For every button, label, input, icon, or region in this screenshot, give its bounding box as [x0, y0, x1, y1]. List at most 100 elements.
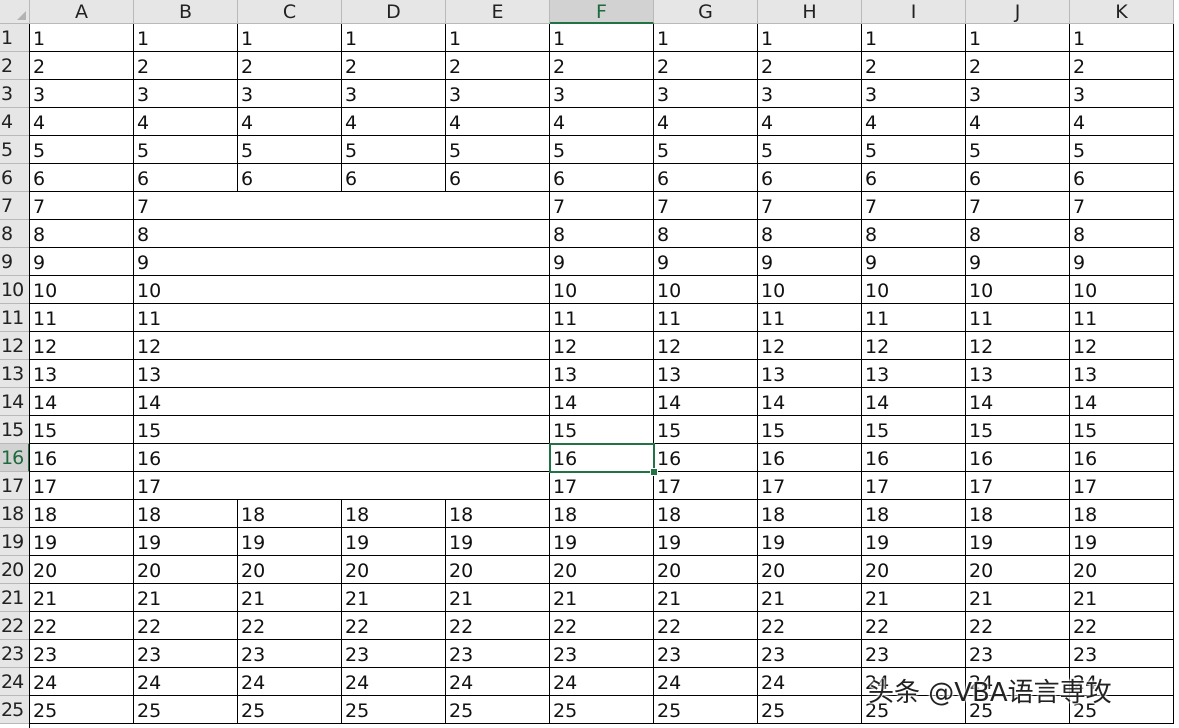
cell-c5[interactable]: 5 [238, 136, 342, 164]
cell-h9[interactable]: 9 [758, 248, 862, 276]
cell-a6[interactable]: 6 [30, 164, 134, 192]
cell-c4[interactable]: 4 [238, 108, 342, 136]
cell-a23[interactable]: 23 [30, 640, 134, 668]
column-header-f[interactable]: F [550, 0, 654, 24]
cell-i13[interactable]: 13 [862, 360, 966, 388]
row-header-25[interactable]: 25 [0, 696, 30, 724]
cell-d19[interactable]: 19 [342, 528, 446, 556]
cell-h16[interactable]: 16 [758, 444, 862, 472]
row-header-11[interactable]: 11 [0, 304, 30, 332]
cell-k3[interactable]: 3 [1070, 80, 1174, 108]
cell-j22[interactable]: 22 [966, 612, 1070, 640]
row-header-16[interactable]: 16 [0, 444, 30, 472]
cell-h6[interactable]: 6 [758, 164, 862, 192]
cell-a11[interactable]: 11 [30, 304, 134, 332]
cell-a17[interactable]: 17 [30, 472, 134, 500]
cell-f19[interactable]: 19 [550, 528, 654, 556]
cell-i19[interactable]: 19 [862, 528, 966, 556]
cell-b20[interactable]: 20 [134, 556, 238, 584]
cell-b5[interactable]: 5 [134, 136, 238, 164]
cell-g5[interactable]: 5 [654, 136, 758, 164]
row-header-2[interactable]: 2 [0, 52, 30, 80]
cell-h4[interactable]: 4 [758, 108, 862, 136]
cell-i21[interactable]: 21 [862, 584, 966, 612]
row-header-10[interactable]: 10 [0, 276, 30, 304]
cell-c21[interactable]: 21 [238, 584, 342, 612]
cell-b13[interactable]: 13 [134, 360, 550, 388]
cell-k10[interactable]: 10 [1070, 276, 1174, 304]
cell-h12[interactable]: 12 [758, 332, 862, 360]
cell-h25[interactable]: 25 [758, 696, 862, 724]
cell-i14[interactable]: 14 [862, 388, 966, 416]
cell-j9[interactable]: 9 [966, 248, 1070, 276]
cell-j15[interactable]: 15 [966, 416, 1070, 444]
cell-g19[interactable]: 19 [654, 528, 758, 556]
cell-b19[interactable]: 19 [134, 528, 238, 556]
cell-k22[interactable]: 22 [1070, 612, 1174, 640]
cell-e4[interactable]: 4 [446, 108, 550, 136]
cell-g21[interactable]: 21 [654, 584, 758, 612]
cell-i17[interactable]: 17 [862, 472, 966, 500]
cell-i20[interactable]: 20 [862, 556, 966, 584]
cell-i10[interactable]: 10 [862, 276, 966, 304]
row-header-4[interactable]: 4 [0, 108, 30, 136]
cell-f5[interactable]: 5 [550, 136, 654, 164]
cell-j11[interactable]: 11 [966, 304, 1070, 332]
cell-i16[interactable]: 16 [862, 444, 966, 472]
cell-h5[interactable]: 5 [758, 136, 862, 164]
cell-b14[interactable]: 14 [134, 388, 550, 416]
cell-k21[interactable]: 21 [1070, 584, 1174, 612]
cell-f3[interactable]: 3 [550, 80, 654, 108]
cell-g24[interactable]: 24 [654, 668, 758, 696]
cell-c2[interactable]: 2 [238, 52, 342, 80]
cell-h3[interactable]: 3 [758, 80, 862, 108]
cell-k5[interactable]: 5 [1070, 136, 1174, 164]
cell-k15[interactable]: 15 [1070, 416, 1174, 444]
cell-d5[interactable]: 5 [342, 136, 446, 164]
column-header-g[interactable]: G [654, 0, 758, 24]
column-header-d[interactable]: D [342, 0, 446, 24]
cell-h20[interactable]: 20 [758, 556, 862, 584]
cell-i1[interactable]: 1 [862, 24, 966, 52]
cell-g4[interactable]: 4 [654, 108, 758, 136]
row-header-6[interactable]: 6 [0, 164, 30, 192]
cell-i22[interactable]: 22 [862, 612, 966, 640]
row-header-23[interactable]: 23 [0, 640, 30, 668]
row-header-8[interactable]: 8 [0, 220, 30, 248]
cell-a7[interactable]: 7 [30, 192, 134, 220]
cell-g6[interactable]: 6 [654, 164, 758, 192]
cell-d1[interactable]: 1 [342, 24, 446, 52]
cell-k14[interactable]: 14 [1070, 388, 1174, 416]
cell-g3[interactable]: 3 [654, 80, 758, 108]
cell-e21[interactable]: 21 [446, 584, 550, 612]
cell-d2[interactable]: 2 [342, 52, 446, 80]
cell-b4[interactable]: 4 [134, 108, 238, 136]
cell-e18[interactable]: 18 [446, 500, 550, 528]
cell-a24[interactable]: 24 [30, 668, 134, 696]
cell-g15[interactable]: 15 [654, 416, 758, 444]
cell-f14[interactable]: 14 [550, 388, 654, 416]
row-header-12[interactable]: 12 [0, 332, 30, 360]
cell-h14[interactable]: 14 [758, 388, 862, 416]
column-header-b[interactable]: B [134, 0, 238, 24]
cell-a3[interactable]: 3 [30, 80, 134, 108]
cell-k20[interactable]: 20 [1070, 556, 1174, 584]
cell-i5[interactable]: 5 [862, 136, 966, 164]
cell-i4[interactable]: 4 [862, 108, 966, 136]
cell-h8[interactable]: 8 [758, 220, 862, 248]
cell-b25[interactable]: 25 [134, 696, 238, 724]
row-header-21[interactable]: 21 [0, 584, 30, 612]
cell-b6[interactable]: 6 [134, 164, 238, 192]
column-header-h[interactable]: H [758, 0, 862, 24]
cell-a18[interactable]: 18 [30, 500, 134, 528]
cell-e22[interactable]: 22 [446, 612, 550, 640]
cell-j10[interactable]: 10 [966, 276, 1070, 304]
cell-i6[interactable]: 6 [862, 164, 966, 192]
row-header-5[interactable]: 5 [0, 136, 30, 164]
column-header-i[interactable]: I [862, 0, 966, 24]
cell-h7[interactable]: 7 [758, 192, 862, 220]
cell-i18[interactable]: 18 [862, 500, 966, 528]
cell-i7[interactable]: 7 [862, 192, 966, 220]
cell-g22[interactable]: 22 [654, 612, 758, 640]
cell-c3[interactable]: 3 [238, 80, 342, 108]
